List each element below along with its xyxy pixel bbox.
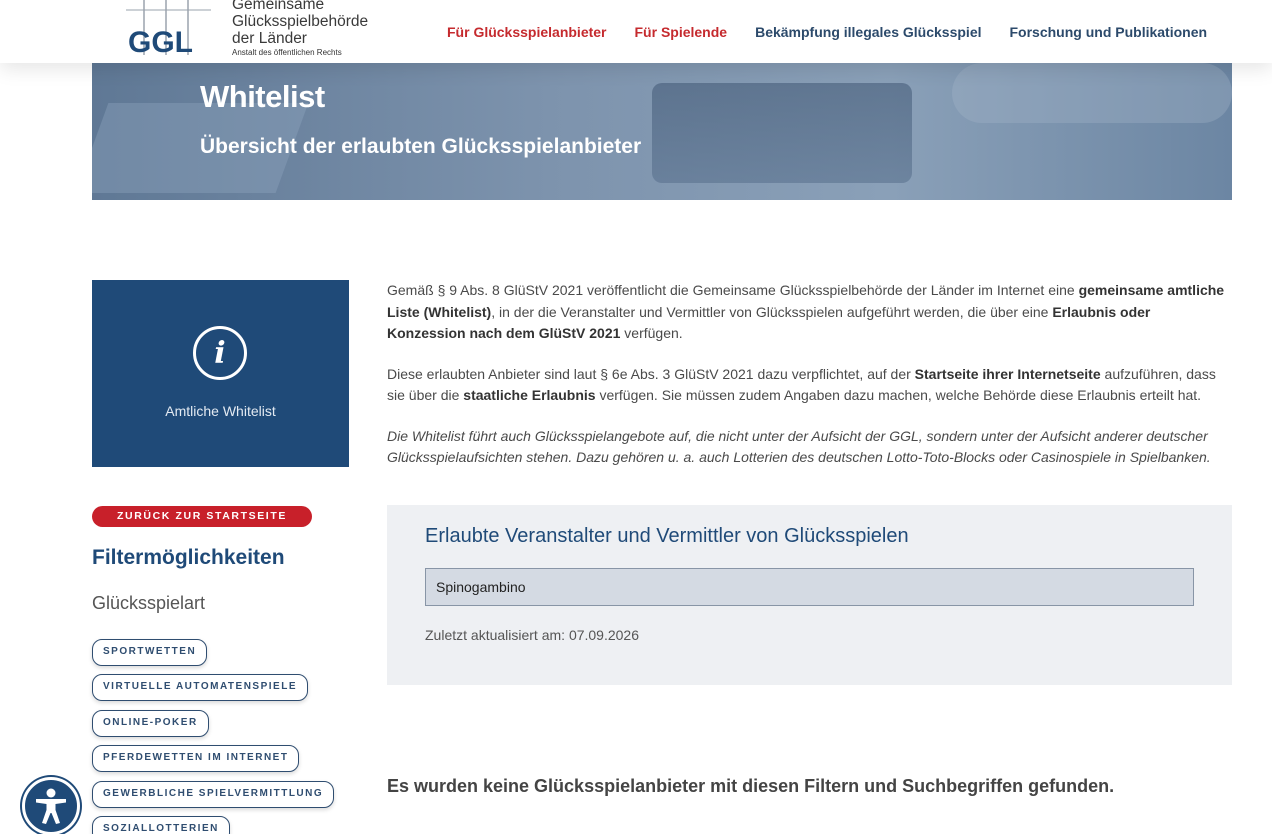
last-updated-text: Zuletzt aktualisiert am: 07.09.2026 — [425, 627, 640, 643]
nav-item-spielende[interactable]: Für Spielende — [635, 24, 728, 40]
hero-background-shape — [652, 83, 912, 183]
nav-item-gluecksspielanbieter[interactable]: Für Glücksspielanbieter — [447, 24, 607, 40]
page-title: Whitelist — [200, 79, 325, 114]
nav-item-forschung[interactable]: Forschung und Publikationen — [1010, 24, 1208, 40]
logo-line-3: der Länder — [232, 30, 307, 47]
page-subtitle: Übersicht der erlaubten Glücksspielanbie… — [200, 135, 642, 158]
hero-background-shape — [952, 63, 1232, 123]
filter-title: Filtermöglichkeiten — [92, 546, 285, 569]
ggl-logo-icon: GGL — [116, 0, 216, 63]
logo-text: Gemeinsame Glücksspielbehörde der Länder… — [232, 0, 432, 58]
text-segment: , in der die Veranstalter und Vermittler… — [491, 303, 1053, 320]
intro-text: Gemäß § 9 Abs. 8 GlüStV 2021 veröffentli… — [387, 280, 1232, 488]
text-segment: verfügen. — [620, 325, 683, 341]
nav-item-bekaempfung[interactable]: Bekämpfung illegales Glücksspiel — [755, 24, 981, 40]
filter-chip-gewerbliche-spielvermittlung[interactable]: GEWERBLICHE SPIELVERMITTLUNG — [92, 781, 335, 808]
intro-paragraph-2: Diese erlaubten Anbieter sind laut § 6e … — [387, 364, 1232, 407]
intro-paragraph-3: Die Whitelist führt auch Glücksspielange… — [387, 427, 1211, 466]
text-segment: verfügen. Sie müssen zudem Angaben dazu … — [595, 387, 1202, 403]
logo-line-2: Glücksspielbehörde — [232, 13, 369, 30]
logo-line-4: Anstalt des öffentlichen Rechts — [232, 48, 342, 57]
no-results-message: Es wurden keine Glücksspielanbieter mit … — [387, 776, 1115, 796]
filter-chip-online-poker[interactable]: ONLINE-POKER — [92, 710, 209, 737]
text-bold: staatliche Erlaubnis — [463, 387, 596, 403]
search-input[interactable] — [425, 568, 1194, 606]
text-segment: Gemäß § 9 Abs. 8 GlüStV 2021 veröffentli… — [387, 282, 1079, 298]
info-tile-label: Amtliche Whitelist — [165, 403, 276, 419]
filter-chip-soziallotterien[interactable]: SOZIALLOTTERIEN — [92, 816, 230, 834]
logo-line-1: Gemeinsame — [232, 0, 325, 13]
hero-banner: Whitelist Übersicht der erlaubten Glücks… — [92, 63, 1232, 200]
svg-text:GGL: GGL — [128, 26, 193, 59]
intro-paragraph-1: Gemäß § 9 Abs. 8 GlüStV 2021 veröffentli… — [387, 280, 1232, 345]
search-panel: Erlaubte Veranstalter und Vermittler von… — [387, 505, 1232, 685]
filter-subtitle: Glücksspielart — [92, 593, 206, 613]
filter-chip-sportwetten[interactable]: SPORTWETTEN — [92, 639, 208, 666]
back-to-home-button[interactable]: ZURÜCK ZUR STARTSEITE — [92, 506, 312, 527]
accessibility-button[interactable] — [22, 777, 80, 834]
filter-chip-virtuelle-automatenspiele[interactable]: VIRTUELLE AUTOMATENSPIELE — [92, 674, 308, 701]
whitelist-info-tile[interactable]: i Amtliche Whitelist — [92, 280, 349, 467]
logo[interactable]: GGL Gemeinsame Glücksspielbehörde der Lä… — [116, 0, 432, 63]
text-bold: Startseite ihrer Internetseite — [914, 365, 1101, 382]
text-segment: Diese erlaubten Anbieter sind laut § 6e … — [387, 365, 915, 382]
site-header: GGL Gemeinsame Glücksspielbehörde der Lä… — [0, 0, 1272, 63]
main-nav: Für Glücksspielanbieter Für Spielende Be… — [432, 0, 1207, 63]
info-icon: i — [193, 326, 247, 380]
search-panel-title: Erlaubte Veranstalter und Vermittler von… — [425, 525, 909, 547]
accessibility-icon — [36, 788, 66, 824]
filter-chip-pferdewetten[interactable]: PFERDEWETTEN IM INTERNET — [92, 745, 300, 772]
